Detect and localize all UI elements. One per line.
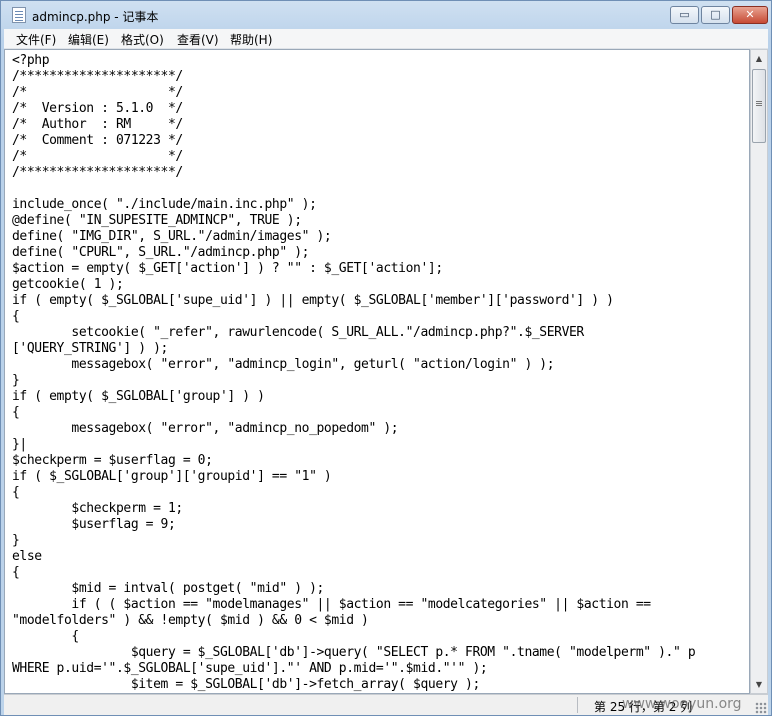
menu-bar: 文件(F) 编辑(E) 格式(O) 查看(V) 帮助(H): [4, 29, 768, 49]
notepad-icon: [12, 7, 26, 23]
scroll-thumb[interactable]: [752, 69, 766, 143]
resize-grip-icon[interactable]: [755, 702, 767, 714]
notepad-window: admincp.php - 记事本 ▭ □ ✕ 文件(F) 编辑(E) 格式(O…: [0, 0, 772, 716]
menu-file[interactable]: 文件(F): [13, 30, 59, 49]
window-title: admincp.php - 记事本: [32, 10, 159, 24]
text-editor[interactable]: <?php /*********************/ /* */ /* V…: [4, 49, 750, 694]
scroll-down-icon[interactable]: ▼: [751, 676, 767, 693]
title-bar[interactable]: admincp.php - 记事本 ▭ □ ✕: [1, 1, 771, 30]
vertical-scrollbar[interactable]: ▲ ▼: [750, 49, 768, 694]
menu-view[interactable]: 查看(V): [174, 30, 222, 49]
status-divider: [577, 697, 578, 713]
menu-edit[interactable]: 编辑(E): [65, 30, 112, 49]
editor-content[interactable]: <?php /*********************/ /* */ /* V…: [12, 53, 696, 693]
minimize-button[interactable]: ▭: [670, 6, 699, 24]
scroll-up-icon[interactable]: ▲: [751, 50, 767, 67]
maximize-button[interactable]: □: [701, 6, 730, 24]
menu-help[interactable]: 帮助(H): [227, 30, 275, 49]
menu-format[interactable]: 格式(O): [118, 30, 167, 49]
watermark: www.wooyun.org: [622, 696, 742, 712]
close-button[interactable]: ✕: [732, 6, 768, 24]
